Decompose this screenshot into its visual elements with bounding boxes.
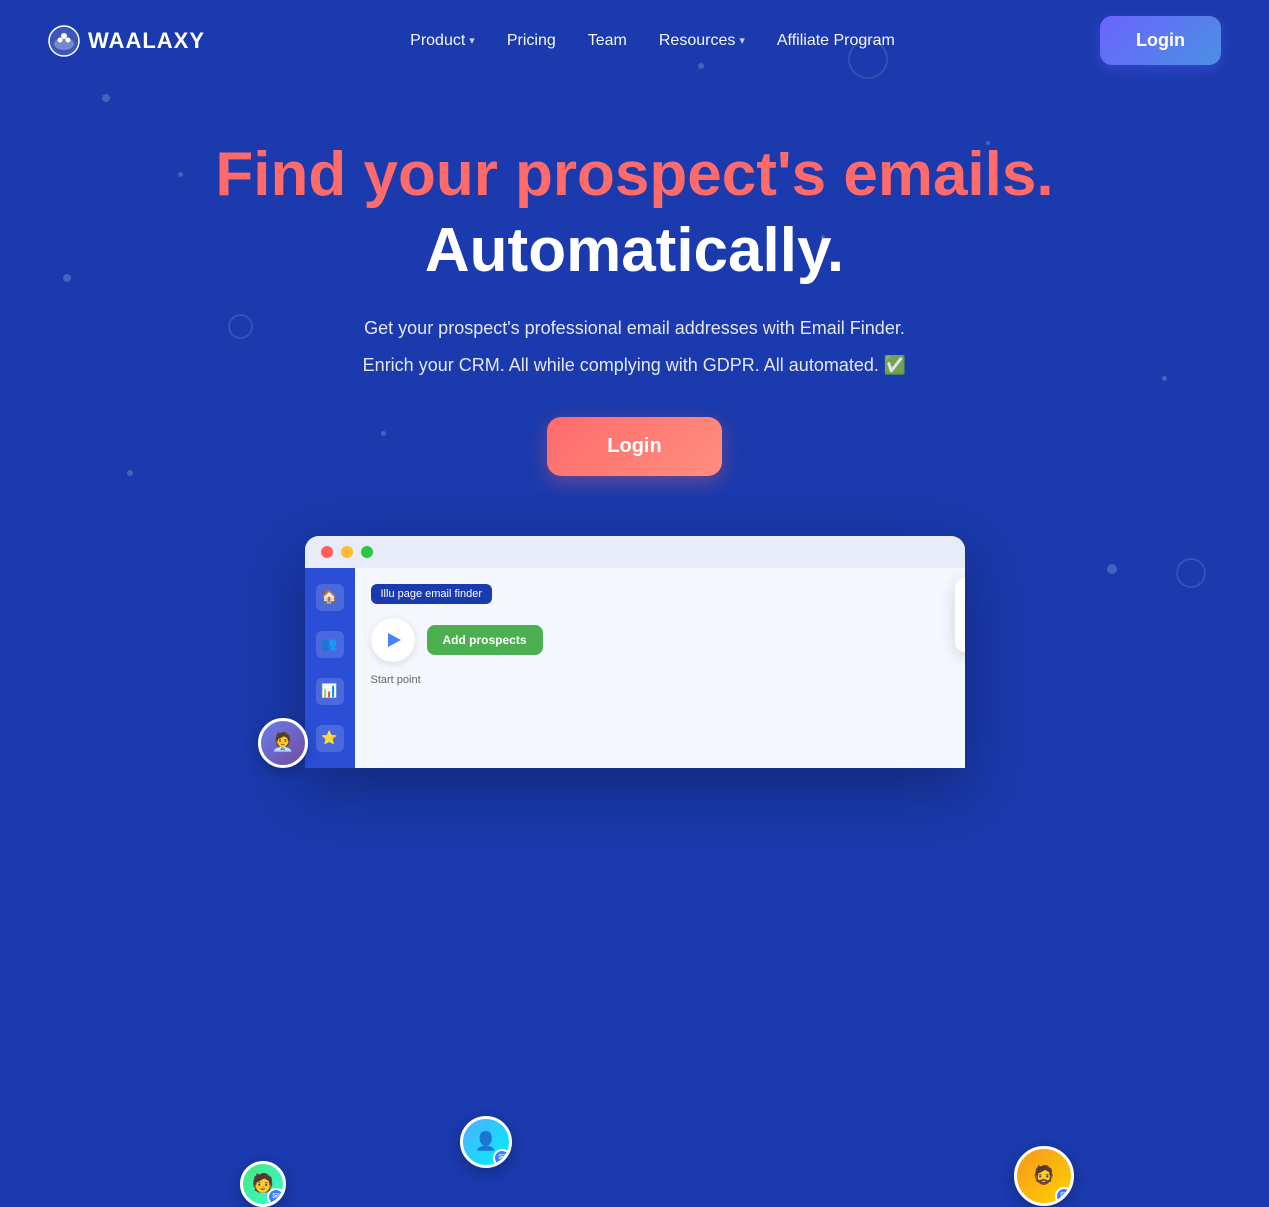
email-finder-tag: Illu page email finder	[371, 584, 493, 604]
hero-cta: Login	[20, 417, 1249, 476]
avatar-bottom-left: 🧑‍💼	[258, 718, 308, 768]
dashboard-wrapper: 👤 ✉ 🧑 ✉ 🧔 ✉ 🧑‍💼 🏠 👥 📊 ⭐	[0, 536, 1269, 768]
nav-resources[interactable]: Resources ▾	[659, 32, 745, 50]
navbar: WAALAXY Product ▾ Pricing Team Resources…	[0, 0, 1269, 81]
avatar-left: 🧑 ✉	[240, 1161, 286, 1207]
frame-main-content: Illu page email finder Add prospects Sta…	[355, 568, 965, 768]
play-row: Add prospects	[371, 618, 949, 662]
nav-affiliate[interactable]: Affiliate Program	[777, 32, 895, 50]
hero-headline-pink: Find your prospect's emails.	[20, 141, 1249, 209]
frame-body: 🏠 👥 📊 ⭐ Illu page email finder Add prosp…	[305, 568, 965, 768]
nav-login-button[interactable]: Login	[1100, 16, 1221, 65]
email-badge-2: ✉	[267, 1188, 285, 1206]
add-prospects-button[interactable]: Add prospects	[427, 625, 543, 655]
window-maximize-dot	[361, 546, 373, 558]
window-close-dot	[321, 546, 333, 558]
email-badge-3: ✉	[1055, 1187, 1073, 1205]
sidebar-icon-users: 👥	[316, 631, 344, 658]
dashboard-frame: 🏠 👥 📊 ⭐ Illu page email finder Add prosp…	[305, 536, 965, 768]
logo-icon	[48, 25, 80, 57]
play-button[interactable]	[371, 618, 415, 662]
hero-headline-white: Automatically.	[20, 217, 1249, 285]
start-point-label: Start point	[371, 674, 949, 686]
sidebar-icon-home: 🏠	[316, 584, 344, 611]
nav-product[interactable]: Product ▾	[410, 32, 475, 50]
hero-section: Find your prospect's emails. Automatical…	[0, 81, 1269, 516]
window-minimize-dot	[341, 546, 353, 558]
nav-team[interactable]: Team	[588, 32, 627, 50]
trophy-card: 🏆 Set action on reply Set a reply goal	[955, 578, 965, 652]
brand-name: WAALAXY	[88, 28, 205, 54]
product-chevron-icon: ▾	[469, 34, 475, 47]
hero-login-button[interactable]: Login	[547, 417, 721, 476]
sidebar-icon-star: ⭐	[316, 725, 344, 752]
avatar-top-center: 👤 ✉	[460, 1116, 512, 1168]
hero-sub-1: Get your prospect's professional email a…	[20, 313, 1249, 344]
play-icon	[388, 633, 401, 647]
resources-chevron-icon: ▾	[739, 34, 745, 47]
gdpr-emoji: ✅	[884, 355, 906, 375]
nav-pricing[interactable]: Pricing	[507, 32, 556, 50]
logo[interactable]: WAALAXY	[48, 25, 205, 57]
sidebar-icon-chart: 📊	[316, 678, 344, 705]
email-badge-1: ✉	[493, 1149, 511, 1167]
frame-topbar	[305, 536, 965, 568]
nav-links: Product ▾ Pricing Team Resources ▾ Affil…	[410, 32, 895, 50]
avatar-right: 🧔 ✉	[1014, 1146, 1074, 1206]
hero-sub-2: Enrich your CRM. All while complying wit…	[20, 350, 1249, 381]
app-sidebar: 🏠 👥 📊 ⭐	[305, 568, 355, 768]
